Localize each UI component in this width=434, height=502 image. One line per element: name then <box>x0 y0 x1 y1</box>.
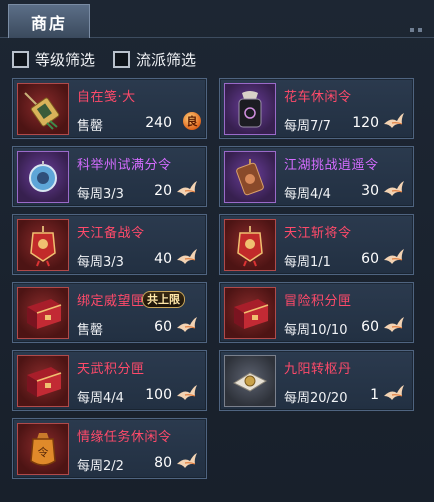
item-name: 冒险积分匣 <box>284 294 352 309</box>
corner-decoration <box>408 24 426 38</box>
tassel-token-icon <box>17 83 69 135</box>
swallow-currency-icon <box>384 385 404 400</box>
shop-item-card[interactable]: 自在笺·大 售罄 240 良 <box>12 78 207 139</box>
item-price: 80 <box>154 455 172 471</box>
item-name: 天武积分匣 <box>77 362 145 377</box>
shop-item-card[interactable]: 江湖挑战逍遥令 每周4/4 30 <box>219 146 414 207</box>
shop-item-card[interactable]: 天江斩将令 每周1/1 60 <box>219 214 414 275</box>
purchase-limit: 售罄 <box>77 119 104 134</box>
purchase-limit: 每周7/7 <box>284 119 331 134</box>
item-name: 花车休闲令 <box>284 90 352 105</box>
school-filter-toggle[interactable]: 流派筛选 <box>113 48 196 70</box>
tab-strip: 商店 <box>0 0 434 38</box>
purchase-limit: 每周10/10 <box>284 323 348 338</box>
jade-pendant-icon <box>17 151 69 203</box>
purchase-limit: 每周3/3 <box>77 255 124 270</box>
item-name: 江湖挑战逍遥令 <box>284 158 379 173</box>
shop-panel: 商店 等级筛选 流派筛选 自在笺·大 售罄 240 良 花车休闲令 每周7/7 … <box>0 0 434 502</box>
item-name: 天江斩将令 <box>284 226 352 241</box>
red-tassel-token-icon <box>224 219 276 271</box>
swallow-currency-icon <box>384 113 404 128</box>
shop-item-card[interactable]: 绑定威望匣 共上限 售罄 60 <box>12 282 207 343</box>
purchase-limit: 每周1/1 <box>284 255 331 270</box>
item-name: 科举州试满分令 <box>77 158 172 173</box>
item-name: 情缘任务休闲令 <box>77 430 172 445</box>
red-tassel-token-icon <box>17 219 69 271</box>
level-filter-checkbox[interactable] <box>12 50 29 68</box>
item-price: 60 <box>154 319 172 335</box>
svg-text:令: 令 <box>38 445 49 459</box>
pill-packet-icon <box>224 355 276 407</box>
swallow-currency-icon <box>384 249 404 264</box>
swallow-currency-icon <box>384 317 404 332</box>
item-price: 20 <box>154 183 172 199</box>
purchase-limit: 每周4/4 <box>77 391 124 406</box>
shop-item-card[interactable]: 九阳转枢丹 每周20/20 1 <box>219 350 414 411</box>
item-price: 120 <box>352 115 379 131</box>
shop-item-card[interactable]: 花车休闲令 每周7/7 120 <box>219 78 414 139</box>
item-price: 1 <box>370 387 379 403</box>
shop-item-card[interactable]: 天江备战令 每周3/3 40 <box>12 214 207 275</box>
item-price: 240 <box>145 115 172 131</box>
shared-limit-badge: 共上限 <box>142 291 185 308</box>
swallow-currency-icon <box>384 181 404 196</box>
swallow-currency-icon <box>177 317 197 332</box>
red-chest-icon <box>17 355 69 407</box>
shop-item-card[interactable]: 冒险积分匣 每周10/10 60 <box>219 282 414 343</box>
item-price: 30 <box>361 183 379 199</box>
shop-item-card[interactable]: 天武积分匣 每周4/4 100 <box>12 350 207 411</box>
item-price: 100 <box>145 387 172 403</box>
item-name: 绑定威望匣 <box>77 294 145 309</box>
purchase-limit: 售罄 <box>77 323 104 338</box>
swallow-currency-icon <box>177 453 197 468</box>
swallow-currency-icon <box>177 385 197 400</box>
bronze-token-icon <box>224 151 276 203</box>
item-name: 自在笺·大 <box>77 90 136 105</box>
item-price: 60 <box>361 251 379 267</box>
school-filter-label: 流派筛选 <box>136 50 197 69</box>
item-name: 天江备战令 <box>77 226 145 241</box>
item-price: 60 <box>361 319 379 335</box>
filter-bar: 等级筛选 流派筛选 <box>12 48 196 70</box>
level-filter-toggle[interactable]: 等级筛选 <box>12 48 95 70</box>
purchase-limit: 每周20/20 <box>284 391 348 406</box>
level-filter-label: 等级筛选 <box>35 50 96 69</box>
purchase-limit: 每周4/4 <box>284 187 331 202</box>
purchase-limit: 每周3/3 <box>77 187 124 202</box>
shop-item-card[interactable]: 令 情缘任务休闲令 每周2/2 80 <box>12 418 207 479</box>
red-chest-icon <box>17 287 69 339</box>
swallow-currency-icon <box>177 249 197 264</box>
red-chest-icon <box>224 287 276 339</box>
shop-item-card[interactable]: 科举州试满分令 每周3/3 20 <box>12 146 207 207</box>
tab-shop[interactable]: 商店 <box>8 4 90 38</box>
black-seal-token-icon <box>224 83 276 135</box>
liang-currency-icon: 良 <box>183 112 201 130</box>
item-name: 九阳转枢丹 <box>284 362 352 377</box>
swallow-currency-icon <box>177 181 197 196</box>
item-price: 40 <box>154 251 172 267</box>
purchase-limit: 每周2/2 <box>77 459 124 474</box>
school-filter-checkbox[interactable] <box>113 50 131 68</box>
orange-pouch-token-icon: 令 <box>17 423 69 475</box>
